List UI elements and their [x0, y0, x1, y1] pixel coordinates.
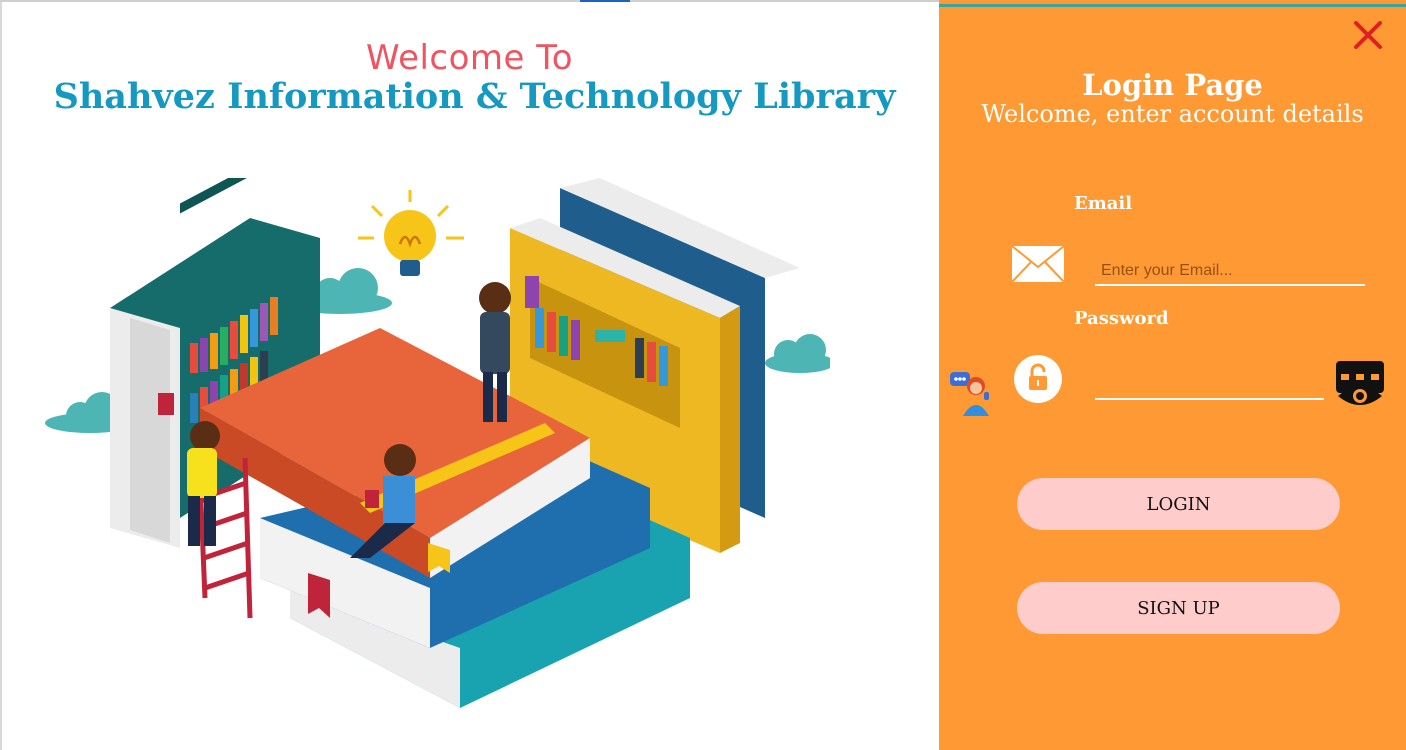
panel-top-bar [939, 4, 1406, 7]
welcome-heading: Welcome To [365, 38, 574, 78]
close-icon[interactable] [1351, 18, 1385, 52]
welcome-pane: Welcome To Shahvez Information & Technol… [0, 0, 939, 750]
signup-button[interactable]: SIGN UP [1017, 582, 1340, 634]
login-button[interactable]: LOGIN [1017, 478, 1340, 530]
login-title: Login Page [1082, 68, 1263, 102]
support-chat-icon [950, 372, 989, 416]
window-top-accent [580, 0, 630, 2]
password-input[interactable] [1095, 370, 1324, 400]
login-panel: Login Page Welcome, enter account detail… [939, 0, 1406, 750]
lightbulb-icon [358, 190, 464, 276]
eye-icon[interactable] [1335, 360, 1385, 410]
email-input[interactable] [1095, 258, 1365, 286]
login-subtitle: Welcome, enter account details [981, 100, 1364, 128]
library-title: Shahvez Information & Technology Library [53, 76, 896, 117]
email-label: Email [1074, 193, 1133, 214]
password-label: Password [1074, 308, 1169, 329]
window-top-border [0, 0, 939, 2]
lock-icon [1014, 355, 1062, 403]
library-illustration [45, 178, 830, 708]
cloud-right [765, 334, 830, 373]
mail-icon [1011, 245, 1065, 283]
